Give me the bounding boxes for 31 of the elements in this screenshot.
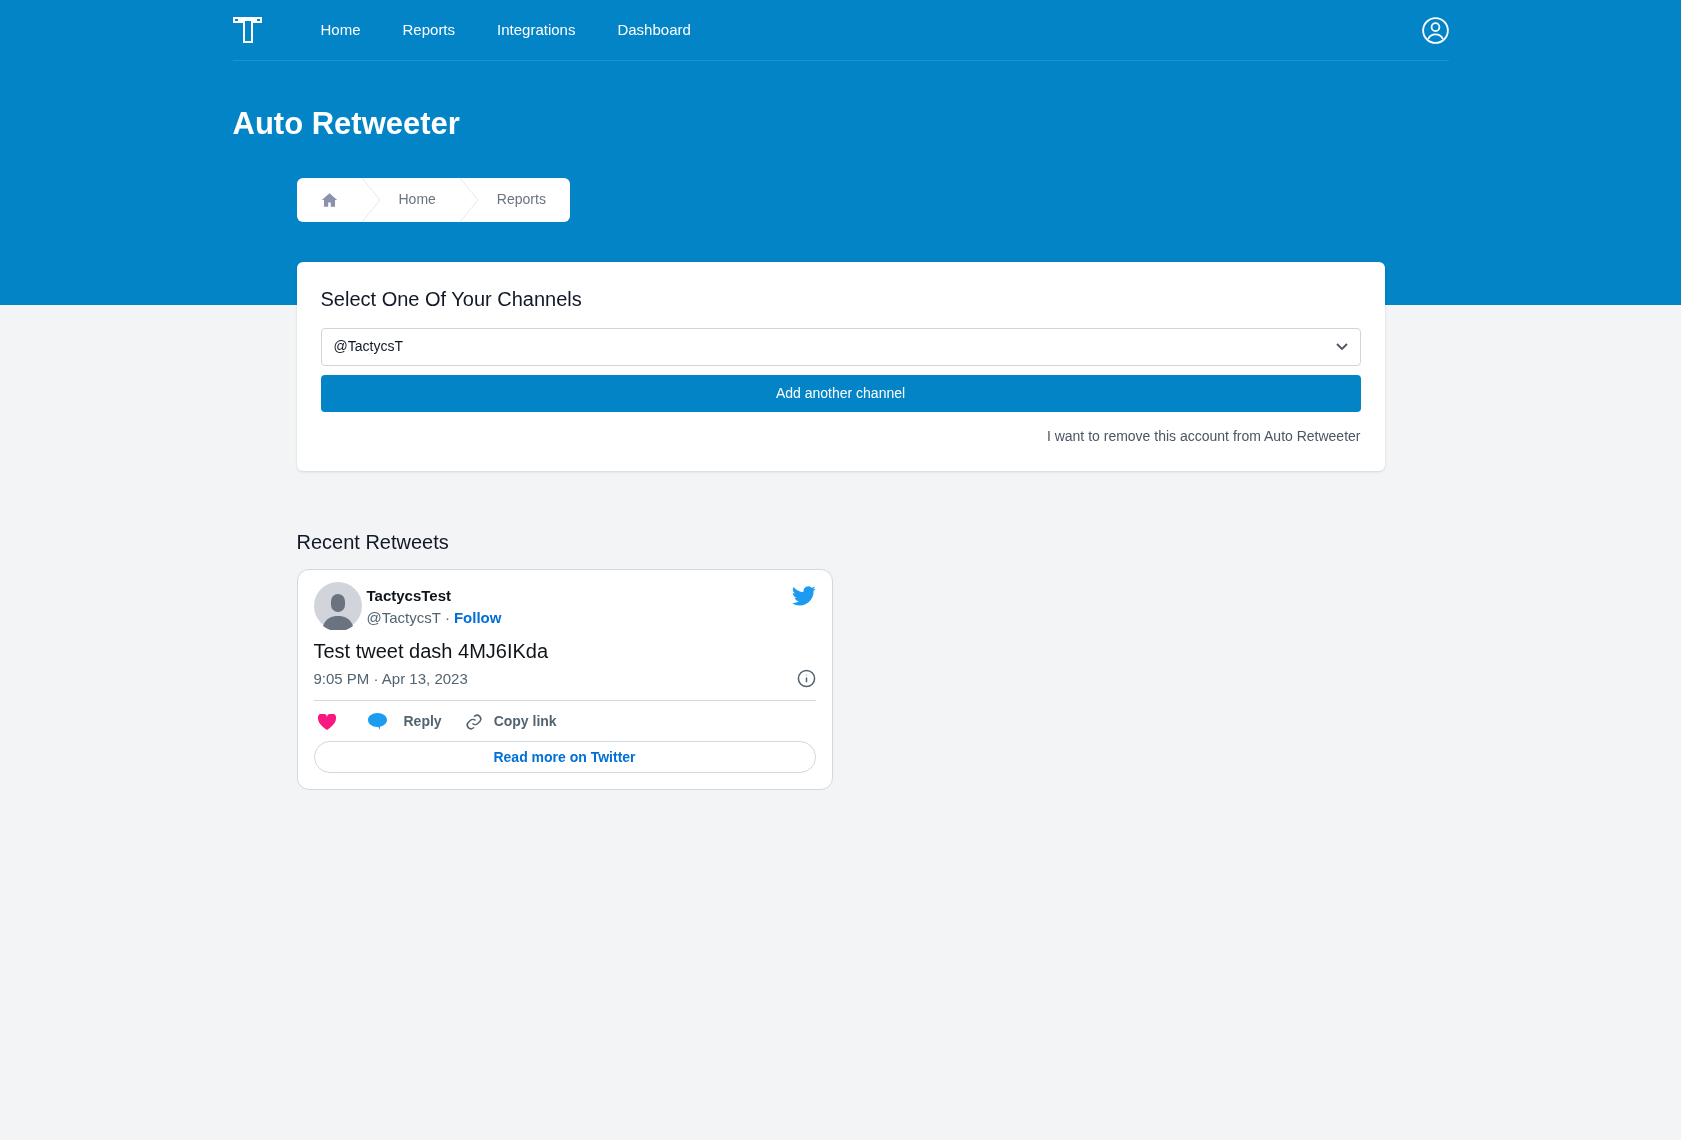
chevron-separator xyxy=(361,177,380,222)
follow-link[interactable]: Follow xyxy=(453,607,502,630)
nav-link[interactable]: Home xyxy=(300,10,381,50)
nav-link[interactable]: Reports xyxy=(382,10,476,50)
link-icon xyxy=(464,712,483,731)
info-icon[interactable] xyxy=(796,669,816,689)
author-handle: @TactycsT xyxy=(366,608,441,628)
avatar-icon xyxy=(313,581,362,630)
chevron-down-icon xyxy=(1335,342,1348,351)
remove-account-link[interactable]: I want to remove this account from Auto Retweeter xyxy=(1046,425,1361,447)
tweet-text: Test tweet dash 4MJ6IKda xyxy=(313,638,550,664)
nav-link[interactable]: Integrations xyxy=(477,10,596,50)
bird-icon[interactable] xyxy=(791,585,816,606)
speech-bubble-icon xyxy=(367,713,387,730)
separator: · xyxy=(444,608,450,628)
heart-icon[interactable] xyxy=(317,713,336,730)
section-title: Recent Retweets xyxy=(296,529,450,555)
page-title: Auto Retweeter xyxy=(232,105,461,143)
add-channel-button[interactable]: Add another channel xyxy=(320,374,1361,412)
breadcrumb-link[interactable]: Home xyxy=(379,177,460,222)
copy-link-button[interactable]: Copy link xyxy=(464,711,557,732)
channel-select[interactable]: @TactycsT xyxy=(320,327,1361,366)
nav-link[interactable]: Dashboard xyxy=(597,10,711,50)
chevron-separator xyxy=(459,177,478,222)
logo-icon[interactable] xyxy=(232,17,262,43)
reply-button[interactable]: Reply xyxy=(367,711,442,732)
author-name: TactycsTest xyxy=(366,585,452,606)
breadcrumb-link[interactable]: Reports xyxy=(477,177,570,222)
tweet-timestamp: 9:05 PM · Apr 13, 2023 xyxy=(313,668,468,689)
user-profile-icon[interactable] xyxy=(1421,16,1449,44)
card-title: Select One Of Your Channels xyxy=(320,286,583,312)
